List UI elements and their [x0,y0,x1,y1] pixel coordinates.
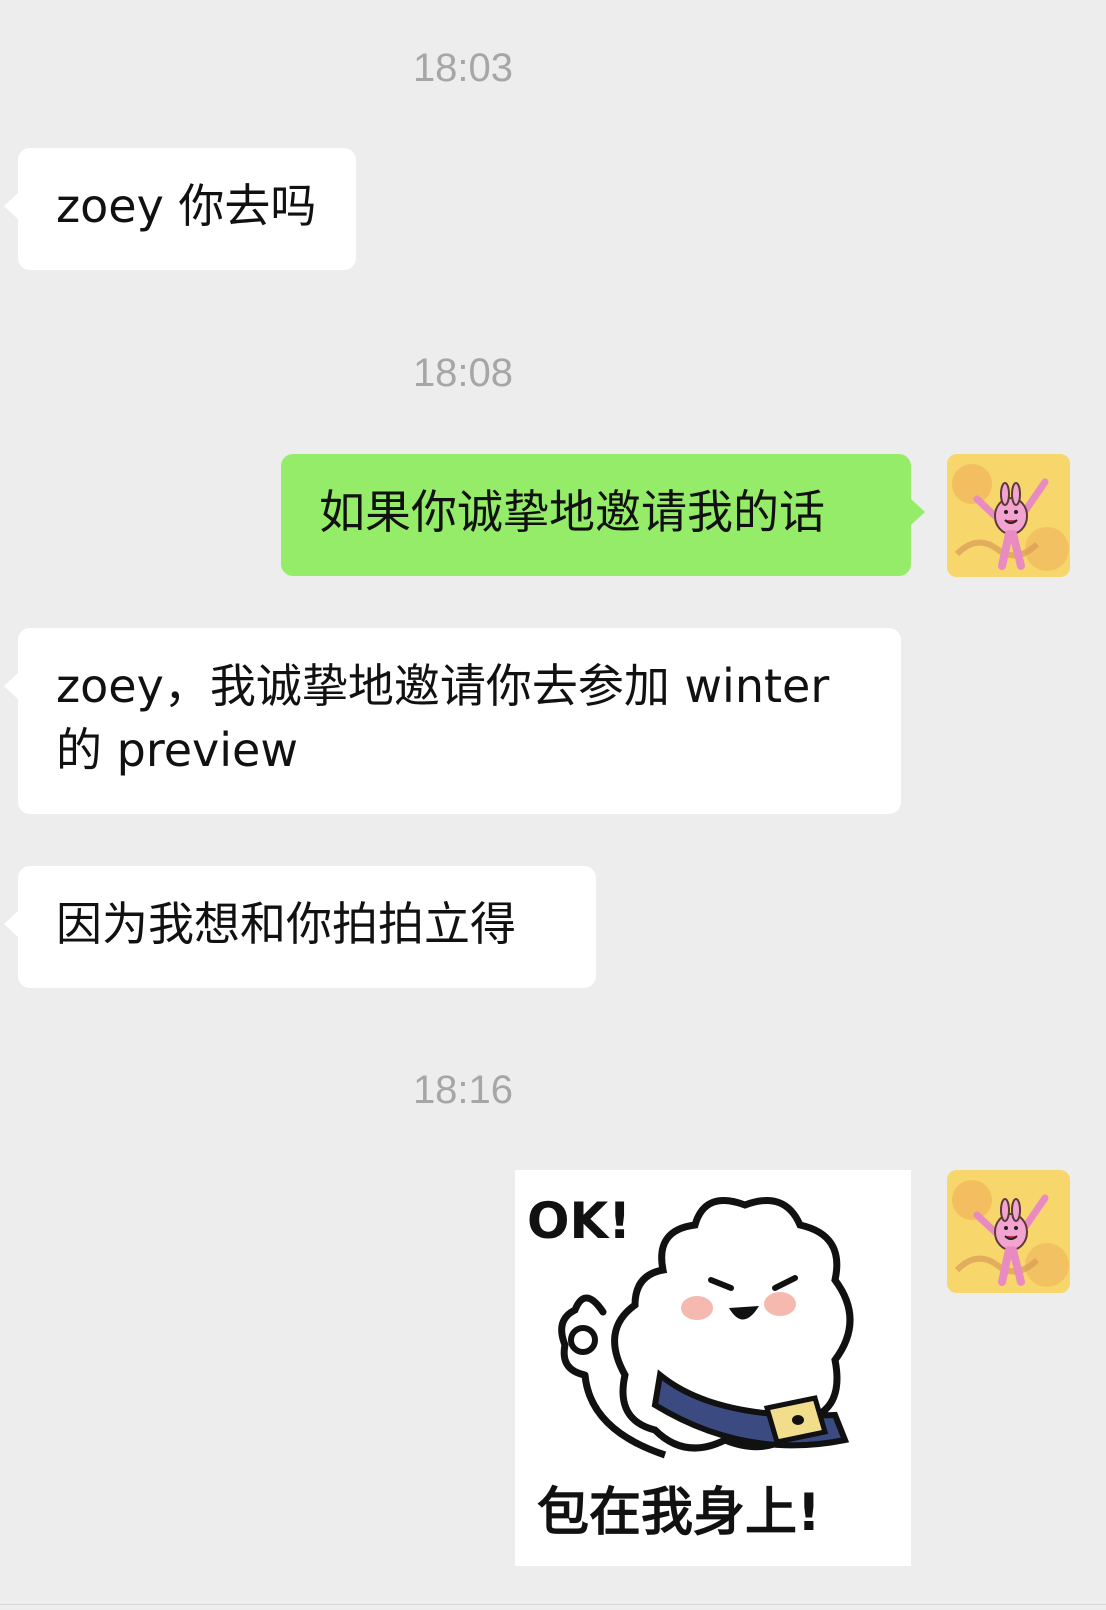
outgoing-message-bubble[interactable]: 如果你诚挚地邀请我的话 [281,454,925,576]
timestamp: 18:16 [412,1068,514,1112]
message-text: 如果你诚挚地邀请我的话 [319,485,825,539]
ok-sticker-message[interactable]: OK! 包在我身上! [515,1170,911,1566]
message-text-line: 的 preview [56,723,298,777]
pink-rabbit-avatar-icon [947,454,1070,577]
incoming-message-bubble[interactable]: zoey 你去吗 [4,148,356,270]
pink-rabbit-avatar-icon [947,1170,1070,1293]
incoming-message-bubble[interactable]: 因为我想和你拍拍立得 [4,866,596,988]
cloud-mascot-ok-sticker: OK! 包在我身上! [515,1170,911,1566]
my-avatar[interactable] [947,1170,1070,1293]
sticker-top-text: OK! [527,1192,631,1250]
message-text: zoey 你去吗 [56,179,317,233]
bottom-divider [0,1604,1106,1605]
incoming-message-bubble[interactable]: zoey，我诚挚地邀请你去参加 winter 的 preview [4,628,901,814]
message-text: 因为我想和你拍拍立得 [56,897,516,951]
timestamp: 18:03 [412,46,514,90]
sticker-bottom-text: 包在我身上! [537,1483,821,1543]
my-avatar[interactable] [947,454,1070,577]
timestamp: 18:08 [412,351,514,395]
message-text-line: zoey，我诚挚地邀请你去参加 winter [56,659,830,713]
